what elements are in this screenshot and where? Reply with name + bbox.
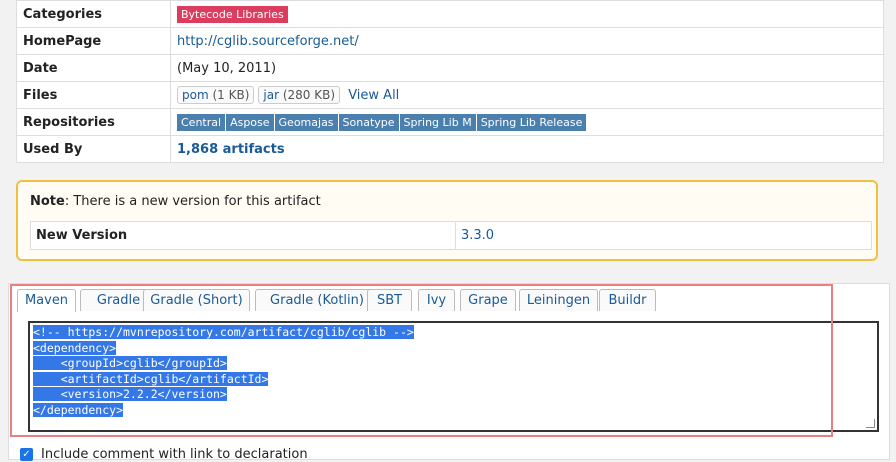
categories-label: Categories bbox=[16, 0, 171, 28]
code-line: <artifactId>cglib</artifactId> bbox=[33, 371, 269, 386]
date-label: Date bbox=[16, 54, 171, 82]
tab-sbt[interactable]: SBT bbox=[367, 289, 412, 311]
repo-aspose[interactable]: Aspose bbox=[226, 113, 274, 131]
row-homepage: HomePage http://cglib.sourceforge.net/ bbox=[16, 27, 884, 55]
dependency-code-textarea[interactable]: <!-- https://mvnrepository.com/artifact/… bbox=[28, 321, 879, 432]
row-date: Date (May 10, 2011) bbox=[16, 54, 884, 82]
resize-handle-icon[interactable] bbox=[866, 419, 875, 428]
note-text: Note: There is a new version for this ar… bbox=[30, 194, 321, 209]
row-used-by: Used By 1,868 artifacts bbox=[16, 135, 884, 163]
file-pom[interactable]: pom (1 KB) bbox=[177, 86, 255, 104]
homepage-link[interactable]: http://cglib.sourceforge.net/ bbox=[177, 34, 359, 49]
repo-central[interactable]: Central bbox=[177, 113, 226, 131]
checkbox-icon[interactable]: ✓ bbox=[20, 448, 33, 461]
code-line: <groupId>cglib</groupId> bbox=[33, 356, 227, 370]
date-value: (May 10, 2011) bbox=[170, 54, 884, 82]
new-version-label: New Version bbox=[30, 221, 456, 250]
code-line: <version>2.2.2</version> bbox=[33, 387, 227, 401]
tab-ivy[interactable]: Ivy bbox=[418, 289, 455, 311]
tab-gradle-kotlin[interactable]: Gradle (Kotlin) bbox=[255, 289, 379, 311]
include-comment-label: Include comment with link to declaration bbox=[41, 447, 308, 462]
view-all-link[interactable]: View All bbox=[348, 88, 399, 103]
file-jar[interactable]: jar (280 KB) bbox=[258, 86, 341, 104]
tab-maven[interactable]: Maven bbox=[17, 289, 76, 312]
repo-sonatype[interactable]: Sonatype bbox=[338, 113, 399, 131]
tab-gradle-short[interactable]: Gradle (Short) bbox=[143, 289, 250, 311]
code-line: <!-- https://mvnrepository.com/artifact/… bbox=[33, 325, 414, 339]
code-content: <!-- https://mvnrepository.com/artifact/… bbox=[33, 325, 414, 418]
files-label: Files bbox=[16, 81, 171, 109]
new-version-note: Note: There is a new version for this ar… bbox=[16, 180, 878, 261]
new-version-table: New Version 3.3.0 bbox=[30, 221, 872, 250]
code-line: <dependency> bbox=[33, 340, 117, 355]
homepage-label: HomePage bbox=[16, 27, 171, 55]
used-by-link[interactable]: 1,868 artifacts bbox=[177, 142, 285, 157]
repositories-label: Repositories bbox=[16, 108, 171, 136]
row-files: Files pom (1 KB) jar (280 KB) View All bbox=[16, 81, 884, 109]
tab-buildr[interactable]: Buildr bbox=[599, 289, 656, 311]
tab-grape[interactable]: Grape bbox=[460, 289, 516, 311]
row-categories: Categories Bytecode Libraries bbox=[16, 0, 884, 28]
tab-leiningen[interactable]: Leiningen bbox=[519, 289, 598, 311]
new-version-link[interactable]: 3.3.0 bbox=[461, 228, 494, 243]
used-by-label: Used By bbox=[16, 135, 171, 163]
artifact-info-table: Categories Bytecode Libraries HomePage h… bbox=[16, 0, 884, 163]
row-repositories: Repositories Central Aspose Geomajas Sonaty… bbox=[16, 108, 884, 136]
code-line: </dependency> bbox=[33, 402, 124, 417]
include-comment-option[interactable]: ✓ Include comment with link to declaratio… bbox=[20, 447, 308, 462]
category-tag[interactable]: Bytecode Libraries bbox=[177, 5, 288, 23]
repo-geomajas[interactable]: Geomajas bbox=[274, 113, 338, 131]
repo-spring-lib-m[interactable]: Spring Lib M bbox=[399, 113, 476, 131]
repo-spring-lib-release[interactable]: Spring Lib Release bbox=[476, 113, 587, 131]
